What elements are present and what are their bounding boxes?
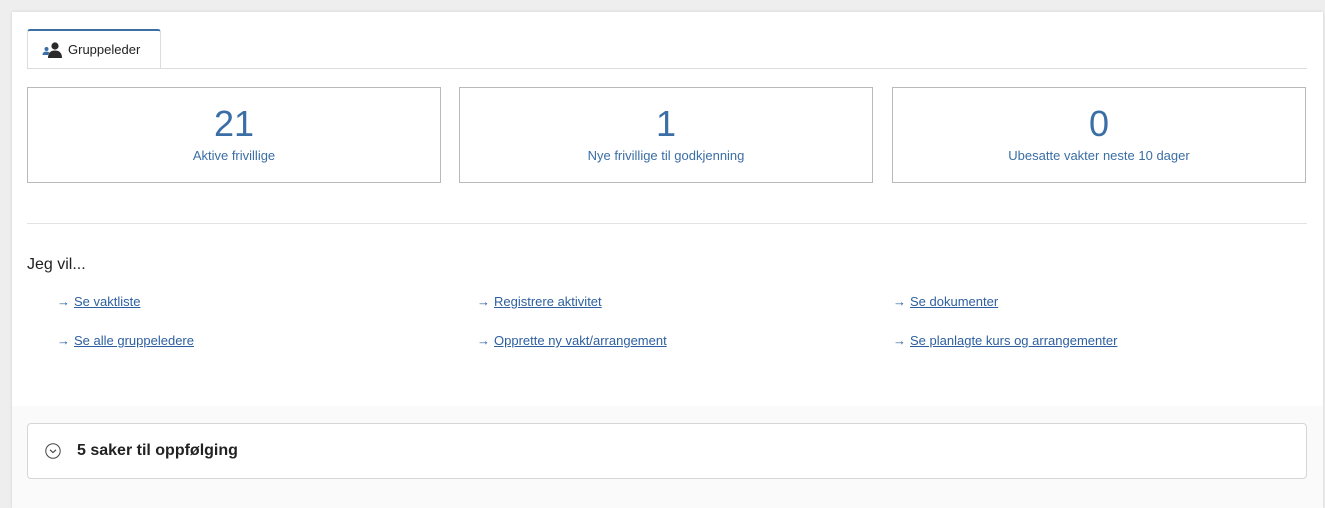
stat-label: Aktive frivillige [192, 148, 276, 163]
group-leader-icon [42, 41, 62, 58]
stat-label: Nye frivillige til godkjenning [587, 148, 745, 163]
dashboard-panel: Gruppeleder 21 Aktive frivillige 1 Nye f… [12, 12, 1323, 508]
stat-value: 0 [1088, 103, 1110, 144]
actions-heading: Jeg vil... [27, 256, 86, 273]
divider [27, 223, 1307, 224]
link-se-alle-gruppeledere[interactable]: → Se alle gruppeledere [57, 333, 194, 348]
followup-label: 5 saker til oppfølging [77, 442, 238, 459]
chevron-down-circle-icon [45, 443, 61, 459]
link-registrere-aktivitet[interactable]: → Registrere aktivitet [477, 294, 602, 309]
arrow-right-icon: → [57, 294, 70, 309]
arrow-right-icon: → [57, 333, 70, 348]
stat-unfilled-shifts[interactable]: 0 Ubesatte vakter neste 10 dager [892, 87, 1306, 183]
arrow-right-icon: → [893, 294, 906, 309]
arrow-right-icon: → [477, 294, 490, 309]
link-se-planlagte-kurs[interactable]: → Se planlagte kurs og arrangementer [893, 333, 1117, 348]
stat-label: Ubesatte vakter neste 10 dager [1008, 148, 1190, 163]
link-opprette-ny-vakt[interactable]: → Opprette ny vakt/arrangement [477, 333, 667, 348]
tab-gruppeleder[interactable]: Gruppeleder [27, 29, 161, 68]
stat-new-volunteers[interactable]: 1 Nye frivillige til godkjenning [459, 87, 873, 183]
followup-toggle[interactable]: 5 saker til oppfølging [27, 423, 1307, 479]
tab-label: Gruppeleder [68, 42, 141, 57]
stat-value: 1 [655, 103, 677, 144]
stat-active-volunteers[interactable]: 21 Aktive frivillige [27, 87, 441, 183]
link-se-vaktliste[interactable]: → Se vaktliste [57, 294, 140, 309]
arrow-right-icon: → [477, 333, 490, 348]
arrow-right-icon: → [893, 333, 906, 348]
link-se-dokumenter[interactable]: → Se dokumenter [893, 294, 998, 309]
stat-value: 21 [213, 103, 255, 144]
tab-bar: Gruppeleder [27, 29, 1307, 69]
